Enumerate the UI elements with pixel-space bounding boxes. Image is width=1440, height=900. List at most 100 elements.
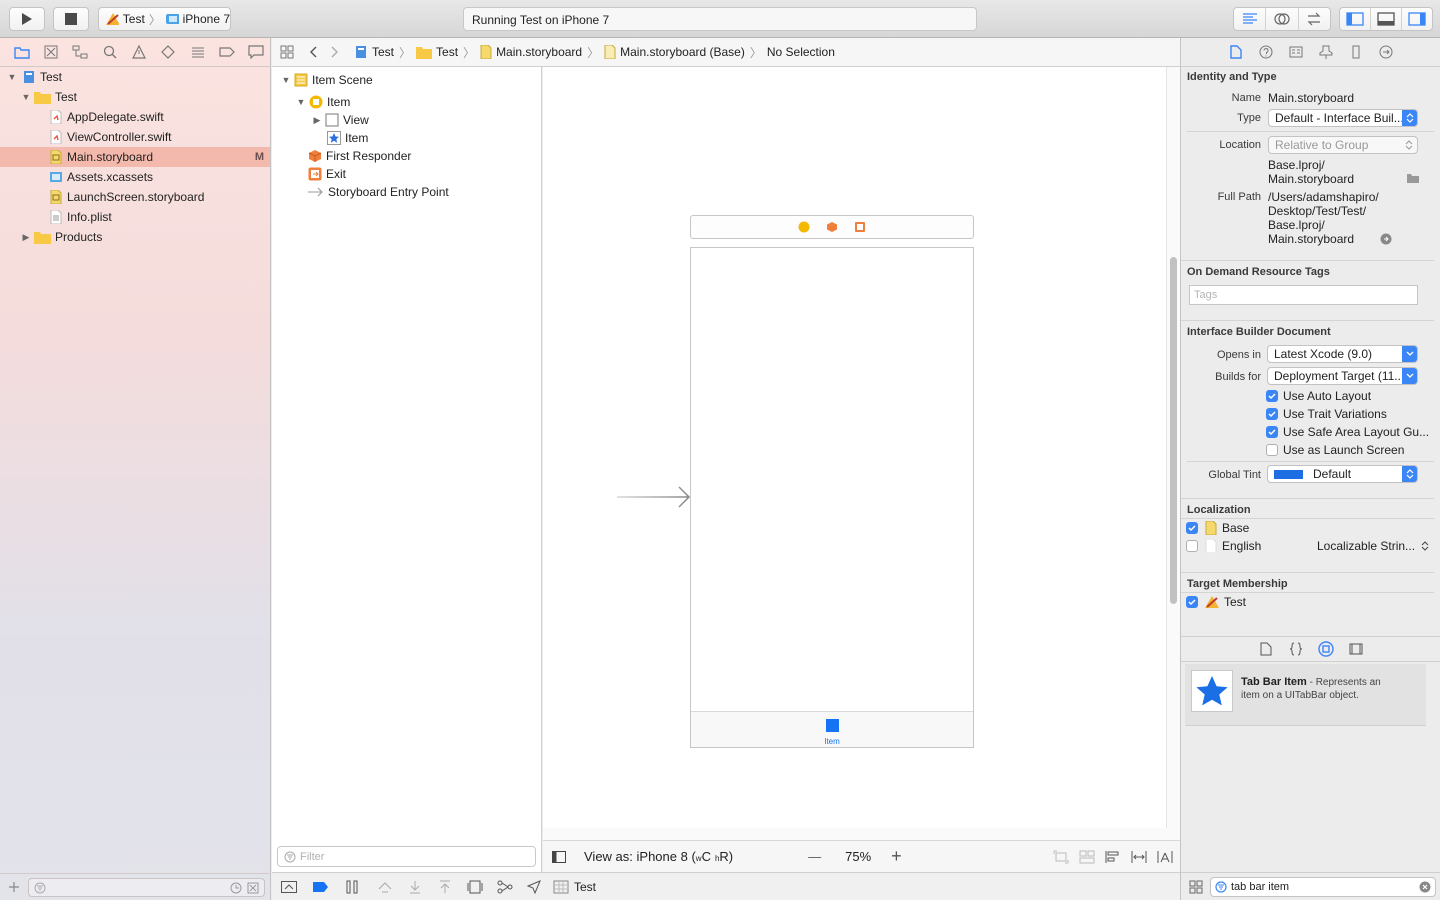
debug-navigator-tab[interactable]	[183, 38, 212, 67]
grid-view-icon[interactable]	[1189, 880, 1203, 894]
media-library-tab[interactable]	[1341, 643, 1371, 655]
localization-english-checkbox[interactable]	[1186, 540, 1198, 552]
version-editor-button[interactable]	[1299, 8, 1330, 30]
editor-mode-control[interactable]	[1233, 7, 1331, 31]
identity-inspector-tab[interactable]	[1281, 46, 1311, 58]
add-icon[interactable]	[8, 881, 20, 893]
outline-row-view[interactable]: ▶ View	[311, 111, 369, 129]
toggle-outline-icon[interactable]	[552, 850, 566, 863]
library-item-tab-bar-item[interactable]: Tab Bar Item - Represents an item on a U…	[1185, 664, 1426, 726]
quick-help-tab[interactable]	[1251, 45, 1281, 59]
opens-in-popup[interactable]: Latest Xcode (9.0)	[1267, 345, 1418, 363]
library-search-input[interactable]: tab bar item	[1210, 877, 1436, 897]
memory-graph-icon[interactable]	[497, 880, 513, 894]
entry-point-arrow-icon[interactable]	[617, 485, 691, 509]
folder-browse-icon[interactable]	[1406, 172, 1420, 184]
location-popup[interactable]: Relative to Group	[1268, 136, 1418, 154]
pause-icon[interactable]	[345, 880, 359, 894]
breadcrumb-file[interactable]: Main.storyboard	[480, 45, 582, 59]
location-icon[interactable]	[527, 879, 541, 894]
test-navigator-tab[interactable]	[154, 38, 183, 67]
outline-row-entry-point[interactable]: Storyboard Entry Point	[308, 183, 449, 201]
file-template-tab[interactable]	[1251, 642, 1281, 656]
outline-scene-row[interactable]: ▼ Item Scene	[280, 71, 373, 89]
tab-bar[interactable]: Item	[691, 711, 973, 747]
find-navigator-tab[interactable]	[95, 38, 124, 67]
symbol-navigator-tab[interactable]	[66, 38, 95, 67]
resolve-issues-icon[interactable]	[1157, 850, 1173, 864]
related-items-icon[interactable]	[280, 45, 294, 59]
object-library-tab[interactable]	[1311, 641, 1341, 657]
forward-chevron-icon[interactable]	[330, 46, 340, 58]
report-navigator-tab[interactable]	[242, 38, 271, 67]
outline-row-tab-item[interactable]: Item	[325, 129, 368, 147]
view-as-button[interactable]: View as: iPhone 8 (wC hR)	[584, 849, 733, 864]
vertical-scrollbar-thumb[interactable]	[1170, 257, 1177, 604]
standard-editor-button[interactable]	[1234, 8, 1267, 30]
tree-row-appdelegate[interactable]: AppDelegate.swift	[0, 107, 270, 127]
toggle-debug-area-button[interactable]	[1371, 8, 1402, 30]
use-auto-layout-checkbox[interactable]	[1266, 390, 1278, 402]
view-controller-scene[interactable]: Item	[690, 247, 974, 748]
disclosure-open-icon[interactable]: ▼	[280, 74, 292, 86]
type-popup[interactable]: Default - Interface Buil...	[1268, 109, 1418, 127]
use-safe-area-checkbox[interactable]	[1266, 426, 1278, 438]
back-chevron-icon[interactable]	[308, 46, 318, 58]
tree-row-folder-test[interactable]: ▼ Test	[0, 87, 270, 107]
breadcrumb-localization[interactable]: Main.storyboard (Base)	[604, 45, 745, 59]
exit-icon[interactable]	[854, 221, 866, 233]
tab-item-label[interactable]: Item	[817, 737, 847, 746]
tree-row-products[interactable]: ▶ Products	[0, 227, 270, 247]
assistant-editor-button[interactable]	[1266, 8, 1299, 30]
disclosure-open-icon[interactable]: ▼	[295, 96, 307, 108]
tags-input[interactable]: Tags	[1189, 285, 1418, 305]
use-auto-layout-label[interactable]: Use Auto Layout	[1283, 389, 1371, 403]
embed-in-stack-icon[interactable]	[1079, 850, 1095, 864]
toggle-navigator-button[interactable]	[1340, 8, 1371, 30]
source-control-tab[interactable]	[36, 38, 65, 67]
tree-row-viewcontroller[interactable]: ViewController.swift	[0, 127, 270, 147]
storyboard-canvas[interactable]: Item	[543, 67, 1166, 837]
hide-debug-area-icon[interactable]	[281, 880, 297, 893]
builds-for-popup[interactable]: Deployment Target (11....	[1267, 367, 1418, 385]
outline-filter-input[interactable]: Filter	[277, 846, 536, 867]
tree-row-project[interactable]: ▼ Test	[0, 67, 270, 87]
tab-item-square-icon[interactable]	[826, 719, 839, 732]
name-value[interactable]: Main.storyboard	[1268, 91, 1354, 105]
clear-search-icon[interactable]	[1419, 881, 1431, 893]
step-over-icon[interactable]	[377, 880, 393, 894]
align-icon[interactable]	[1105, 850, 1121, 864]
zoom-out-button[interactable]: —	[808, 849, 821, 864]
pin-icon[interactable]	[1131, 850, 1147, 864]
scheme-selector[interactable]: Test 〉 iPhone 7	[98, 7, 231, 31]
step-out-icon[interactable]	[437, 880, 453, 894]
recent-files-icon[interactable]	[230, 882, 242, 894]
use-trait-variations-label[interactable]: Use Trait Variations	[1283, 407, 1387, 421]
view-debugger-icon[interactable]	[467, 880, 483, 894]
disclosure-closed-icon[interactable]: ▶	[20, 231, 32, 243]
tree-row-main-storyboard[interactable]: Main.storyboard M	[0, 147, 270, 167]
disclosure-open-icon[interactable]: ▼	[6, 71, 18, 83]
outline-row-item-controller[interactable]: ▼ Item	[295, 93, 351, 111]
breakpoints-toggle-icon[interactable]	[313, 881, 329, 893]
breadcrumb-selection[interactable]: No Selection	[767, 45, 835, 59]
tree-row-infoplist[interactable]: Info.plist	[0, 207, 270, 227]
connections-inspector-tab[interactable]	[1371, 45, 1401, 59]
outline-row-first-responder[interactable]: First Responder	[308, 147, 411, 165]
use-safe-area-label[interactable]: Use Safe Area Layout Gu...	[1283, 425, 1429, 439]
breadcrumb-folder[interactable]: Test	[416, 45, 458, 59]
update-frames-icon[interactable]	[1053, 850, 1069, 864]
breadcrumb-project[interactable]: Test	[354, 45, 394, 59]
use-trait-variations-checkbox[interactable]	[1266, 408, 1278, 420]
view-controller-icon[interactable]	[798, 221, 810, 233]
breakpoint-navigator-tab[interactable]	[212, 38, 241, 67]
project-navigator-tab[interactable]	[7, 38, 36, 67]
popup-arrows-icon[interactable]	[1421, 540, 1429, 552]
code-snippet-tab[interactable]	[1281, 642, 1311, 656]
source-control-filter-icon[interactable]	[247, 882, 259, 894]
vertical-scrollbar-track[interactable]	[1166, 67, 1180, 828]
view-toggle-control[interactable]	[1339, 7, 1433, 31]
disclosure-closed-icon[interactable]: ▶	[311, 114, 323, 126]
global-tint-popup[interactable]: Default	[1267, 465, 1418, 483]
issue-navigator-tab[interactable]	[124, 38, 153, 67]
